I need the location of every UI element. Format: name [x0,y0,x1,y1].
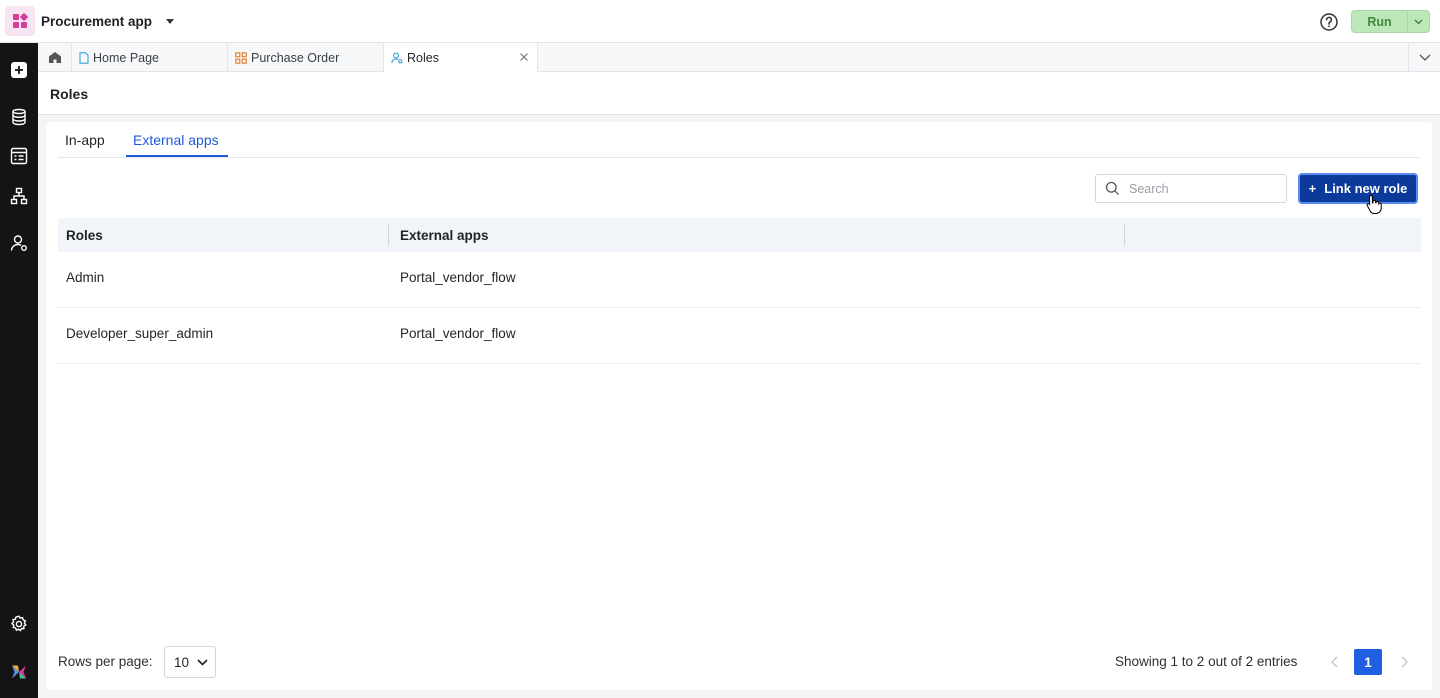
external-app-cell: Portal_vendor_flow [400,270,516,285]
run-button[interactable]: Run [1352,11,1407,32]
brand-logo-icon [9,662,29,682]
chevron-down-icon [197,658,208,666]
subtab-external-apps[interactable]: External apps [133,132,219,148]
close-tab-icon[interactable] [519,52,529,62]
entries-summary: Showing 1 to 2 out of 2 entries [1115,654,1298,669]
table-row[interactable]: Admin Portal_vendor_flow [58,252,1421,308]
chevron-right-icon [1401,656,1408,668]
help-circle-icon[interactable] [1319,12,1339,32]
process-icon [235,51,247,64]
settings-icon[interactable] [9,614,29,634]
tab-purchase-order[interactable]: Purchase Order [228,43,384,72]
rows-per-page-select[interactable]: 10 [164,646,216,678]
tab-home-page[interactable]: Home Page [72,43,228,72]
rows-per-page-label: Rows per page: [58,654,153,669]
subtab-bar: In-app External apps [58,122,1420,158]
column-divider[interactable] [388,225,389,245]
tabs-overflow-chevron-icon[interactable] [1408,43,1440,72]
workflow-icon[interactable] [9,186,29,206]
rows-per-page-value: 10 [174,654,190,670]
column-header-roles[interactable]: Roles [66,228,103,243]
page-icon [79,51,89,64]
page-number-button[interactable]: 1 [1354,649,1382,675]
tab-label: Roles [407,51,439,65]
active-subtab-indicator [126,155,228,157]
chevron-left-icon [1330,656,1337,668]
search-icon [1105,181,1120,196]
home-icon [48,52,61,63]
roles-icon[interactable] [9,233,29,253]
app-title: Procurement app [41,13,153,29]
next-page-button[interactable] [1392,649,1416,675]
plus-icon: + [1308,181,1317,196]
role-cell: Developer_super_admin [66,326,214,341]
left-rail [0,43,38,698]
previous-page-button[interactable] [1322,649,1346,675]
page-header: Roles [38,72,1440,115]
roles-icon [391,52,403,64]
link-new-role-button[interactable]: + Link new role [1298,173,1418,204]
roles-table: Roles External apps Admin Portal_vendor_… [58,218,1421,364]
search-input[interactable] [1129,181,1279,196]
app-logo-icon[interactable] [5,6,35,36]
tab-label: Purchase Order [251,50,340,65]
run-options-chevron-icon[interactable] [1407,11,1429,32]
database-icon[interactable] [9,107,29,127]
tab-roles[interactable]: Roles [384,43,538,73]
role-cell: Admin [66,270,105,285]
form-icon[interactable] [9,146,29,166]
tab-strip: Home Page Purchase Order Roles [38,43,1440,73]
home-tab[interactable] [38,43,72,72]
hand-cursor-icon [1366,194,1382,214]
table-header: Roles External apps [58,218,1421,252]
column-header-external-apps[interactable]: External apps [400,228,489,243]
external-app-cell: Portal_vendor_flow [400,326,516,341]
subtab-in-app[interactable]: In-app [65,132,105,148]
run-button-group: Run [1351,10,1430,33]
tab-label: Home Page [93,50,160,65]
page-title: Roles [50,86,89,102]
table-row[interactable]: Developer_super_admin Portal_vendor_flow [58,308,1421,364]
top-bar: Procurement app Run [0,0,1440,43]
column-divider[interactable] [1124,225,1125,245]
add-icon[interactable] [9,60,29,80]
app-switcher-caret-icon[interactable] [166,18,175,24]
search-field[interactable] [1095,174,1287,203]
roles-card: In-app External apps + Link new role Rol… [46,122,1432,690]
